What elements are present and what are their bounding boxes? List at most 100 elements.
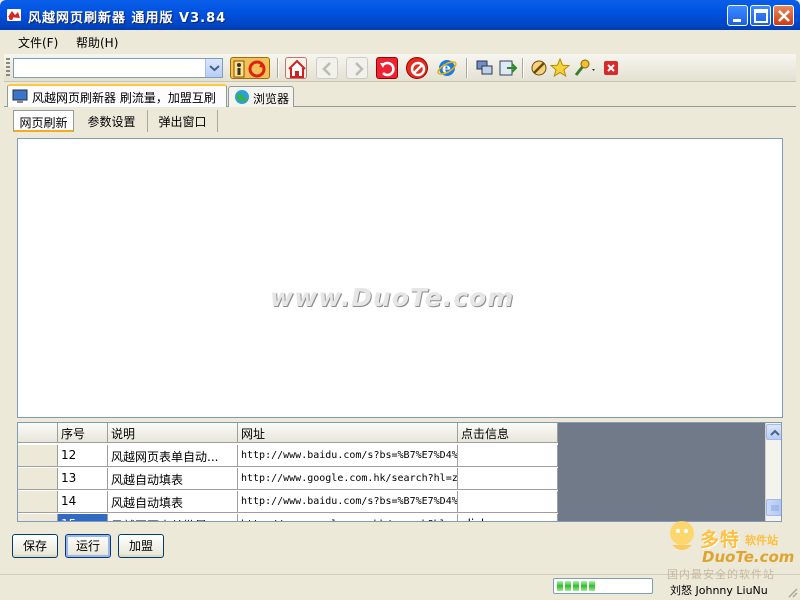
maximize-icon (754, 9, 768, 23)
subtab-web-refresh-label: 网页刷新 (19, 116, 68, 130)
table-row-id[interactable]: 14 (58, 491, 108, 513)
row-header[interactable] (18, 445, 58, 467)
grid-empty-area (558, 423, 766, 521)
table-row-desc[interactable]: 风越网页表单批量 (108, 514, 238, 521)
save-button[interactable]: 保存 (12, 534, 58, 558)
web-content-panel[interactable] (17, 138, 783, 418)
menu-help[interactable]: 帮助(H) (76, 34, 118, 51)
subtab-popup-label: 弹出窗口 (158, 115, 207, 129)
grid-vertical-scrollbar[interactable] (765, 423, 781, 521)
tab-refresher[interactable]: 风越网页刷新器 刷流量，加盟互刷 (7, 84, 227, 107)
ie-icon: e (437, 60, 457, 77)
status-author: 刘怒 Johnny LiuNu (670, 584, 768, 597)
row-header-current[interactable] (18, 514, 58, 521)
progress-block (573, 581, 579, 591)
globe-icon (235, 90, 249, 104)
table-row-desc[interactable]: 风越网页表单自动... (108, 445, 238, 467)
back-icon (322, 62, 331, 76)
column-header-url[interactable]: 网址 (238, 423, 458, 443)
url-combobox[interactable] (13, 58, 223, 78)
favorite-button[interactable] (549, 57, 571, 79)
scroll-up-button[interactable] (766, 424, 781, 440)
url-dropdown-button[interactable] (205, 59, 222, 77)
toolbar-separator (522, 58, 524, 78)
menu-file[interactable]: 文件(F) (18, 34, 58, 51)
stop-button[interactable] (406, 57, 428, 79)
menu-bar (0, 30, 800, 52)
export-button[interactable] (497, 57, 519, 79)
scroll-thumb[interactable] (766, 499, 781, 516)
table-row-click[interactable] (458, 445, 558, 467)
mascot-logo-icon (670, 521, 694, 550)
table-row-click[interactable]: click (458, 514, 558, 521)
app-logo-icon (7, 9, 21, 21)
column-header-id[interactable]: 序号 (58, 423, 108, 443)
export-icon (499, 60, 518, 76)
table-row-id[interactable]: 15 (58, 514, 108, 521)
table-row-url[interactable]: http://www.baidu.com/s?bs=%B7%E7%D4% (238, 491, 458, 513)
brand-url: DuoTe.com (702, 548, 795, 566)
join-button[interactable]: 加盟 (118, 534, 164, 558)
minimize-icon (733, 19, 741, 22)
close-window-button[interactable] (773, 5, 794, 26)
row-header[interactable] (18, 491, 58, 513)
run-button[interactable]: 运行 (65, 534, 111, 558)
subtab-web-refresh[interactable]: 网页刷新 (13, 110, 74, 132)
close-red-icon (604, 61, 618, 75)
close-tab-button[interactable] (600, 57, 622, 79)
toolbar-grip[interactable] (6, 58, 10, 78)
forward-button[interactable] (346, 57, 368, 79)
table-row-url[interactable]: http://www.baidu.com/s?bs=%B7%E7%D4% (238, 445, 458, 467)
forward-icon (355, 62, 364, 76)
tools-dropdown-button[interactable] (572, 57, 598, 79)
table-row-click[interactable] (458, 491, 558, 513)
progress-bar (553, 578, 653, 594)
chevron-up-icon (770, 429, 780, 436)
progress-block (557, 581, 563, 591)
brand-subtitle: 软件站 (745, 534, 778, 547)
progress-block (589, 581, 595, 591)
grip-lines-icon (771, 505, 779, 511)
table-row-id[interactable]: 12 (58, 445, 108, 467)
subtab-settings[interactable]: 参数设置 (76, 110, 148, 132)
clean-button[interactable] (528, 57, 550, 79)
table-row-url[interactable]: http://www.google.com.hk/search?hl=z (238, 468, 458, 490)
reload-icon (380, 61, 395, 77)
table-row-click[interactable] (458, 468, 558, 490)
toolbar-separator (277, 58, 279, 78)
tab-refresher-label: 风越网页刷新器 刷流量，加盟互刷 (32, 91, 216, 105)
chevron-down-icon (209, 65, 220, 72)
monitor-icon (12, 89, 28, 103)
column-header-desc[interactable]: 说明 (108, 423, 238, 443)
row-header[interactable] (18, 468, 58, 490)
home-icon (288, 59, 306, 78)
clean-icon (531, 60, 547, 76)
info-refresh-icon (233, 60, 266, 78)
windows-icon (476, 60, 493, 75)
star-icon (549, 57, 571, 78)
window-title: 风越网页刷新器 通用版 V3.84 (28, 11, 227, 26)
grid-corner (18, 423, 58, 443)
info-refresh-button[interactable] (230, 57, 270, 79)
tools-icon (574, 59, 595, 76)
table-row-id[interactable]: 13 (58, 468, 108, 490)
reload-button[interactable] (376, 57, 398, 79)
toolbar-separator (466, 58, 468, 78)
subtab-popup[interactable]: 弹出窗口 (148, 110, 218, 132)
back-button[interactable] (316, 57, 338, 79)
stop-icon (410, 61, 426, 77)
windows-button[interactable] (474, 57, 496, 79)
table-row-url[interactable]: http://www.google.com.hk/search?hl=z (238, 514, 458, 521)
url-grid[interactable]: 序号 说明 网址 点击信息 12 风越网页表单自动... http://www.… (17, 422, 782, 522)
tab-browser[interactable]: 浏览器 (228, 86, 294, 107)
table-row-desc[interactable]: 风越自动填表 (108, 468, 238, 490)
watermark-text: www.DuoTe.com (270, 283, 515, 312)
home-button[interactable] (285, 57, 307, 79)
subtab-settings-label: 参数设置 (87, 115, 136, 129)
resize-grip-icon[interactable] (786, 586, 798, 598)
ie-button[interactable]: e (436, 57, 458, 79)
table-row-desc[interactable]: 风越自动填表 (108, 491, 238, 513)
column-header-click[interactable]: 点击信息 (458, 423, 558, 443)
minimize-button[interactable] (727, 5, 748, 26)
maximize-button[interactable] (750, 5, 771, 26)
